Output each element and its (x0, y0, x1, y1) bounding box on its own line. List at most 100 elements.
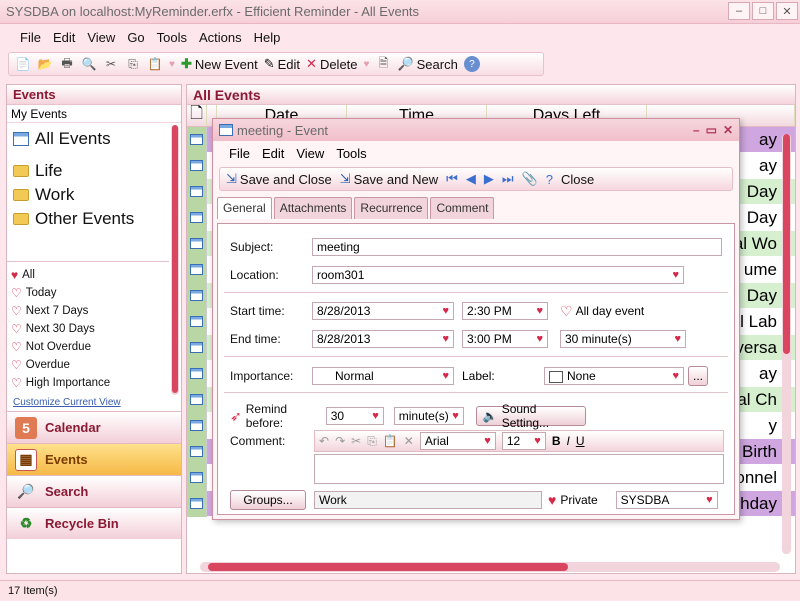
italic-icon[interactable]: I (566, 434, 569, 448)
minimize-button[interactable]: – (728, 2, 750, 20)
open-icon[interactable]: 📂 (37, 56, 53, 72)
folder-work[interactable]: Work (13, 183, 175, 207)
groups-button[interactable]: Groups... (230, 490, 306, 510)
font-size-select[interactable]: 12 ♥ (501, 432, 546, 450)
clear-icon[interactable]: ✕ (404, 434, 414, 448)
duration-select[interactable]: 30 minute(s) ♥ (560, 330, 686, 348)
help-icon[interactable]: ? (546, 172, 553, 187)
new-document-icon[interactable]: 📄 (15, 56, 31, 72)
nav-events[interactable]: ▦ Events (7, 443, 181, 475)
folder-other-events[interactable]: Other Events (13, 207, 175, 231)
filter-next-30-days[interactable]: ♡ Next 30 Days (11, 320, 165, 338)
redo-icon[interactable]: ↷ (335, 434, 345, 448)
previous-icon[interactable]: ◀ (466, 171, 476, 187)
first-icon[interactable]: ⏮ (446, 171, 458, 187)
sound-setting-button[interactable]: 🔈 Sound Setting... (475, 402, 586, 430)
folder-icon (13, 189, 29, 201)
delete-button[interactable]: ✕ Delete (306, 56, 357, 72)
folder-life[interactable]: Life (13, 159, 175, 183)
filter-high-importance[interactable]: ♡ High Importance (11, 374, 165, 392)
search-button[interactable]: 🔎 Search (397, 56, 457, 72)
dialog-close-text-button[interactable]: Close (561, 172, 594, 187)
dialog-close-button[interactable]: ✕ (723, 123, 733, 137)
print-icon[interactable]: 🖶 (59, 56, 75, 72)
menu-file[interactable]: File (14, 30, 47, 45)
nav-calendar[interactable]: 5 Calendar (7, 411, 181, 443)
nav-label: Events (45, 452, 88, 467)
subject-input[interactable]: meeting (312, 238, 722, 256)
all-day-checkbox[interactable]: ♡ (560, 303, 573, 320)
menu-help[interactable]: Help (248, 30, 287, 45)
label-select[interactable]: None ♥ (544, 367, 684, 385)
dialog-menu-tools[interactable]: Tools (330, 146, 372, 161)
edit-button[interactable]: ✎ Edit (264, 56, 300, 72)
remind-value-select[interactable]: 30 ♥ (325, 407, 384, 425)
maximize-button[interactable]: □ (752, 2, 774, 20)
filter-next-7-days[interactable]: ♡ Next 7 Days (11, 302, 165, 320)
last-icon[interactable]: ⏭ (502, 171, 514, 187)
close-button[interactable]: ✕ (776, 2, 798, 20)
font-select[interactable]: Arial ♥ (419, 432, 496, 450)
underline-icon[interactable]: U (576, 434, 585, 448)
title-bar: SYSDBA on localhost:MyReminder.erfx - Ef… (0, 0, 800, 24)
help-icon[interactable]: ? (463, 56, 480, 72)
properties-icon[interactable]: 🗎 (375, 56, 391, 72)
dropdown-heart-icon: ♥ (706, 494, 713, 506)
filter-today[interactable]: ♡ Today (11, 284, 165, 302)
filter-not-overdue[interactable]: ♡ Not Overdue (11, 338, 165, 356)
nav-search[interactable]: 🔎 Search (7, 475, 181, 507)
paste-icon[interactable]: 📋 (147, 56, 163, 72)
nav-recycle-bin[interactable]: ♻ Recycle Bin (7, 507, 181, 539)
menu-go[interactable]: Go (121, 30, 150, 45)
copy-icon[interactable]: ⎘ (125, 56, 141, 72)
undo-icon[interactable]: ↶ (319, 434, 329, 448)
horizontal-scrollbar[interactable] (200, 562, 780, 572)
importance-select[interactable]: Normal ♥ (312, 367, 454, 385)
dialog-menu-edit[interactable]: Edit (256, 146, 290, 161)
menu-actions[interactable]: Actions (193, 30, 248, 45)
end-date-input[interactable]: 8/28/2013 ♥ (312, 330, 454, 348)
save-close-button[interactable]: ⇲ Save and Close (226, 171, 332, 187)
dialog-menu-view[interactable]: View (290, 146, 330, 161)
paste-icon[interactable]: 📋 (383, 434, 398, 448)
location-input[interactable]: room301 ♥ (312, 266, 684, 284)
menu-tools[interactable]: Tools (151, 30, 193, 45)
end-time-input[interactable]: 3:00 PM ♥ (462, 330, 548, 348)
dialog-menu-file[interactable]: File (223, 146, 256, 161)
new-event-button[interactable]: ✚ New Event (181, 56, 258, 72)
customize-view-link[interactable]: Customize Current View (13, 397, 121, 408)
save-new-button[interactable]: ⇲ Save and New (340, 171, 438, 187)
start-time-input[interactable]: 2:30 PM ♥ (462, 302, 548, 320)
filter-overdue[interactable]: ♡ Overdue (11, 356, 165, 374)
right-scrollbar[interactable] (782, 134, 791, 554)
attachment-icon[interactable]: 📎 (522, 171, 538, 187)
groups-field[interactable]: Work (314, 491, 542, 509)
events-pane: Events My Events All Events Life Work Ot… (6, 84, 182, 574)
cut-icon[interactable]: ✂ (103, 56, 119, 72)
bold-icon[interactable]: B (552, 434, 561, 448)
tab-general[interactable]: General (217, 197, 272, 219)
owner-select[interactable]: SYSDBA ♥ (615, 491, 718, 509)
next-icon[interactable]: ▶ (484, 171, 494, 187)
filter-all[interactable]: ♥ All (11, 266, 165, 284)
remind-unit-select[interactable]: minute(s) ♥ (393, 407, 464, 425)
dialog-minimize-button[interactable]: – (693, 123, 700, 137)
tab-comment[interactable]: Comment (430, 197, 495, 219)
dialog-maximize-button[interactable]: ▭ (706, 123, 717, 137)
folder-all-events[interactable]: All Events (13, 127, 175, 151)
folder-label: All Events (35, 129, 111, 148)
private-checkbox[interactable]: ♥ (548, 492, 556, 508)
start-date-input[interactable]: 8/28/2013 ♥ (312, 302, 454, 320)
calendar-icon (190, 368, 203, 379)
left-scrollbar[interactable] (171, 125, 179, 395)
save-icon: ⇲ (226, 171, 237, 186)
tab-attachments[interactable]: Attachments (273, 197, 353, 219)
menu-view[interactable]: View (81, 30, 121, 45)
label-more-button[interactable]: ... (688, 366, 708, 386)
cut-icon[interactable]: ✂ (351, 434, 361, 448)
preview-icon[interactable]: 🔍 (81, 56, 97, 72)
tab-recurrence[interactable]: Recurrence (354, 197, 429, 219)
comment-editor[interactable] (314, 454, 724, 484)
copy-icon[interactable]: ⎘ (367, 434, 377, 449)
menu-edit[interactable]: Edit (47, 30, 81, 45)
